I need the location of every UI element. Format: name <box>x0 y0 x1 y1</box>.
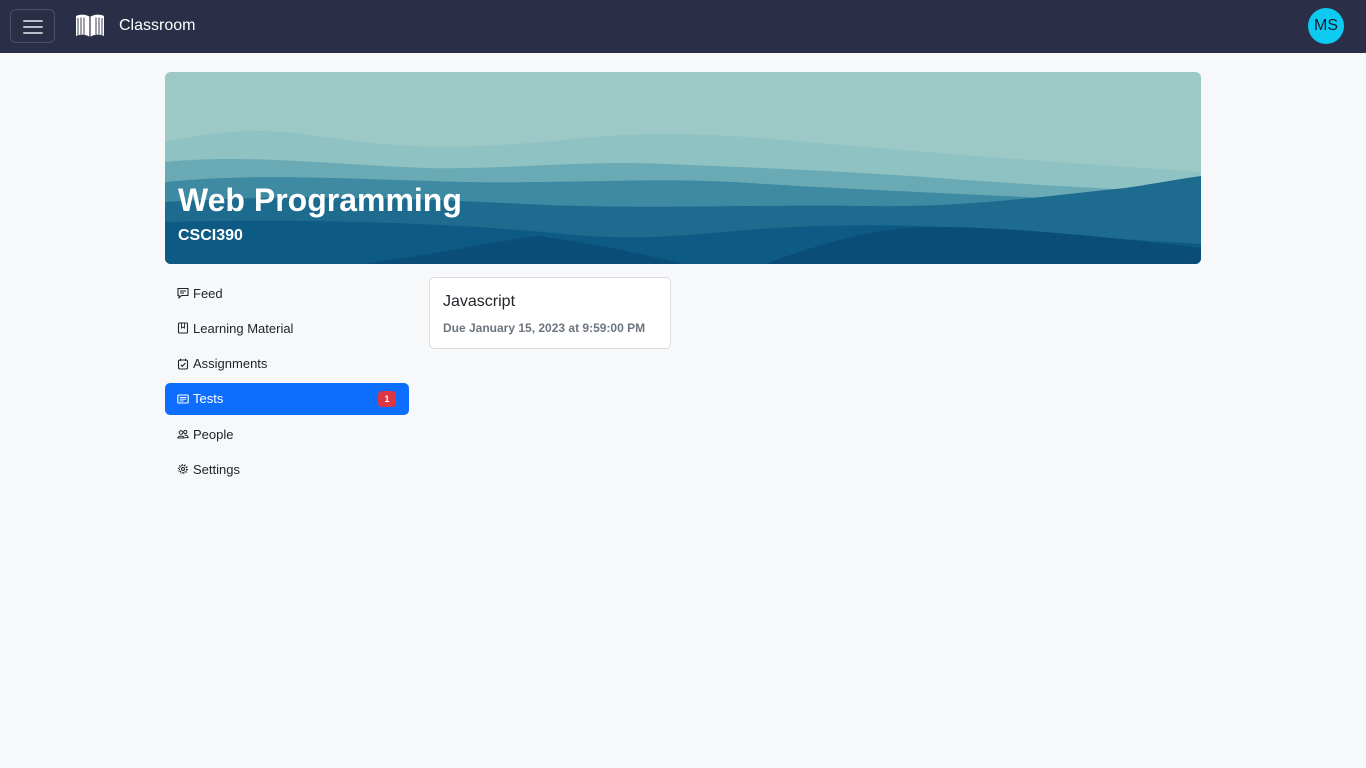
tests-count-badge: 1 <box>378 390 396 407</box>
course-banner <box>165 72 1201 264</box>
open-book-icon[interactable] <box>74 11 106 41</box>
sidebar-item-label: Settings <box>193 461 240 477</box>
sidebar-item-assignments[interactable]: Assignments <box>165 348 409 380</box>
sidebar-item-tests[interactable]: Tests 1 <box>165 382 409 415</box>
menu-toggle-button[interactable] <box>10 9 55 43</box>
sidebar-item-label: Learning Material <box>193 320 294 336</box>
people-icon <box>177 430 189 439</box>
brand-name[interactable]: Classroom <box>119 16 195 36</box>
test-due-date: Due January 15, 2023 at 9:59:00 PM <box>443 321 646 335</box>
sidebar-item-learning-material[interactable]: Learning Material <box>165 312 409 344</box>
sidebar-item-label: Assignments <box>193 356 268 372</box>
course-sidebar: Feed Learning Material Assignments Tests… <box>165 277 409 489</box>
sidebar-item-label: Tests <box>193 391 224 407</box>
sidebar-item-feed[interactable]: Feed <box>165 277 409 309</box>
hamburger-icon <box>23 20 43 22</box>
calendar-check-icon <box>177 358 189 370</box>
sidebar-item-label: People <box>193 426 234 442</box>
course-code: CSCI390 <box>178 227 243 244</box>
mountain-landscape-image <box>165 72 1201 264</box>
top-navbar: Classroom MS <box>0 0 1366 53</box>
gear-icon <box>177 464 189 475</box>
test-card[interactable]: Javascript Due January 15, 2023 at 9:59:… <box>429 277 671 349</box>
sidebar-item-settings[interactable]: Settings <box>165 453 409 485</box>
sidebar-item-people[interactable]: People <box>165 418 409 450</box>
sidebar-item-label: Feed <box>193 285 223 301</box>
journal-icon <box>177 322 189 334</box>
chat-square-icon <box>177 287 189 299</box>
test-title[interactable]: Javascript <box>443 292 515 312</box>
user-avatar[interactable]: MS <box>1308 8 1344 44</box>
card-text-icon <box>177 394 189 404</box>
course-title: Web Programming <box>178 182 462 218</box>
